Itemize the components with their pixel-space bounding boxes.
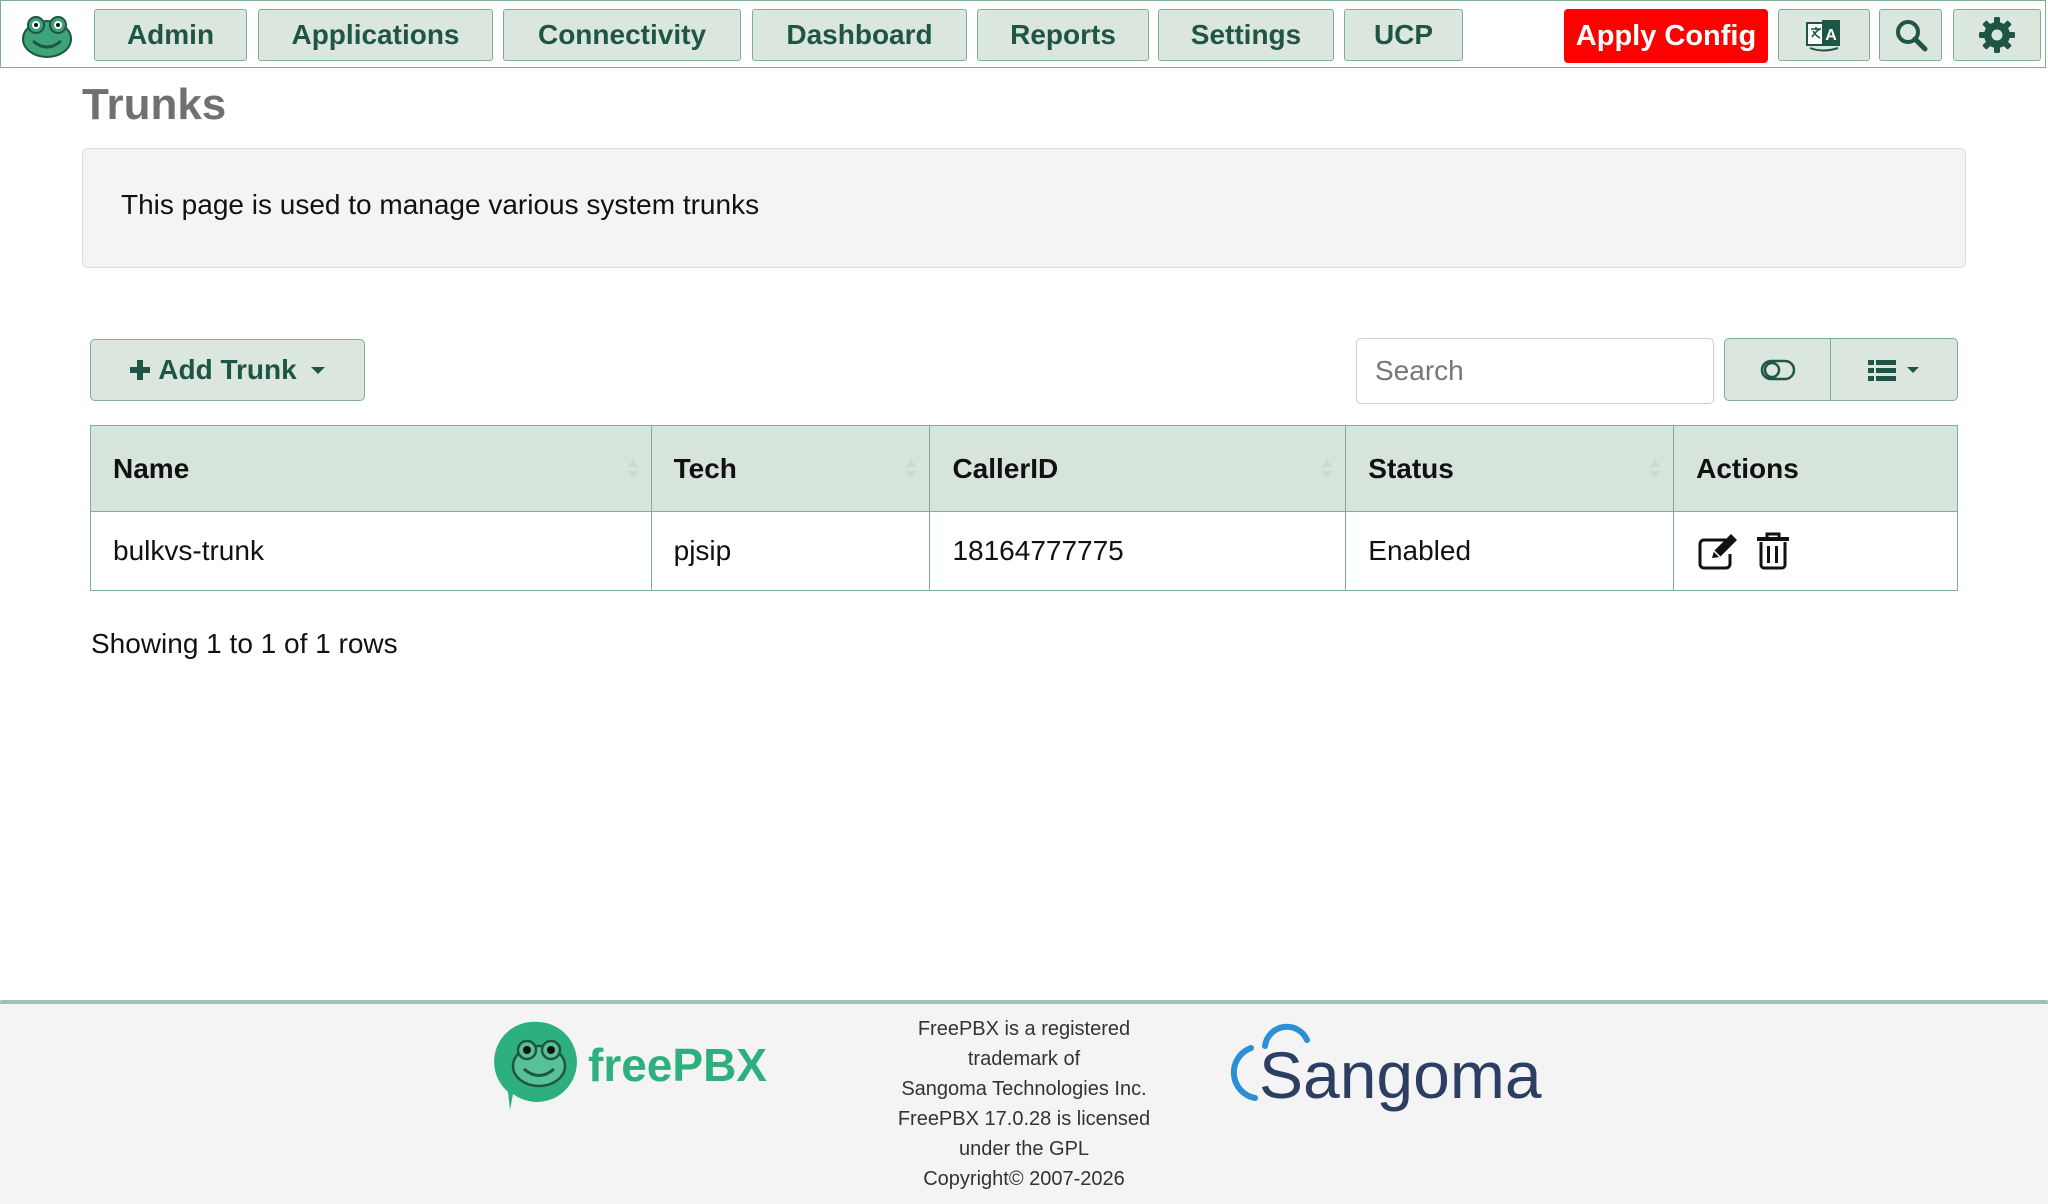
- column-header-status[interactable]: Status: [1345, 425, 1675, 512]
- cell-actions: [1673, 511, 1958, 591]
- description-panel: This page is used to manage various syst…: [82, 148, 1966, 268]
- caret-down-icon: [1907, 366, 1919, 373]
- pagination-info: Showing 1 to 1 of 1 rows: [91, 628, 398, 659]
- nav-admin[interactable]: Admin: [94, 9, 247, 61]
- svg-text:Sangoma: Sangoma: [1259, 1038, 1542, 1112]
- gear-icon: [1979, 17, 2015, 53]
- cell-status: Enabled: [1345, 511, 1675, 591]
- legal-line: Copyright© 2007-2026: [923, 1168, 1125, 1190]
- table-row: bulkvs-trunk pjsip 18164777775 Enabled: [90, 511, 1958, 591]
- sort-icon: [906, 458, 917, 479]
- cell-tech: pjsip: [650, 511, 931, 591]
- table-header-row: Name Tech CallerID Status Actions: [90, 425, 1958, 512]
- cell-name: bulkvs-trunk: [90, 511, 652, 591]
- svg-text:A: A: [1825, 27, 1837, 44]
- legal-line: trademark of: [967, 1048, 1081, 1070]
- toggle-view-button[interactable]: [1725, 339, 1831, 400]
- legal-line: FreePBX 17.0.28 is licensed: [897, 1108, 1151, 1130]
- legal-line: Sangoma Technologies Inc.: [901, 1078, 1147, 1100]
- column-label: CallerID: [952, 452, 1059, 484]
- sort-icon: [1322, 458, 1333, 479]
- page-description: This page is used to manage various syst…: [121, 189, 760, 220]
- language-button[interactable]: A: [1778, 9, 1870, 61]
- edit-icon[interactable]: [1696, 532, 1740, 570]
- nav-settings[interactable]: Settings: [1158, 9, 1334, 61]
- column-header-actions: Actions: [1673, 425, 1958, 512]
- nav-dashboard[interactable]: Dashboard: [752, 9, 967, 61]
- table-tools-group: [1724, 338, 1958, 401]
- trash-icon[interactable]: [1756, 532, 1790, 570]
- plus-icon: [130, 360, 151, 380]
- column-header-tech[interactable]: Tech: [650, 425, 931, 512]
- nav-ucp[interactable]: UCP: [1344, 9, 1463, 61]
- column-label: Tech: [673, 452, 737, 484]
- legal-line: FreePBX is a registered: [917, 1018, 1131, 1040]
- search-button[interactable]: [1879, 9, 1942, 61]
- column-label: Status: [1368, 452, 1454, 484]
- column-header-name[interactable]: Name: [90, 425, 652, 512]
- nav-connectivity[interactable]: Connectivity: [503, 9, 741, 61]
- page-title: Trunks: [82, 80, 227, 129]
- svg-text:freePBX: freePBX: [588, 1039, 767, 1091]
- add-trunk-label: Add Trunk: [158, 354, 297, 385]
- column-label: Name: [113, 452, 190, 484]
- add-trunk-button[interactable]: Add Trunk: [90, 339, 365, 401]
- apply-config-button[interactable]: Apply Config: [1564, 9, 1768, 63]
- sort-icon: [627, 458, 638, 479]
- caret-down-icon: [310, 367, 325, 374]
- columns-dropdown-button[interactable]: [1831, 339, 1957, 400]
- settings-gear-button[interactable]: [1953, 9, 2041, 61]
- cell-callerid: 18164777775: [929, 511, 1347, 591]
- toggle-icon: [1760, 359, 1795, 380]
- top-navbar: Admin Applications Connectivity Dashboar…: [0, 0, 2046, 68]
- footer-legal-text: FreePBX is a registered trademark of San…: [880, 1014, 1168, 1194]
- trunks-table: Name Tech CallerID Status Actions bulkvs…: [90, 425, 1958, 591]
- freepbx-frog-logo-icon[interactable]: [19, 13, 75, 59]
- search-icon: [1895, 20, 1927, 52]
- translate-icon: A: [1806, 20, 1840, 52]
- column-header-callerid[interactable]: CallerID: [929, 425, 1347, 512]
- sort-icon: [1650, 458, 1661, 479]
- legal-line: under the GPL: [958, 1138, 1090, 1160]
- sangoma-logo[interactable]: Sangoma: [1225, 1014, 1585, 1124]
- freepbx-logo[interactable]: freePBX: [492, 1014, 792, 1114]
- nav-applications[interactable]: Applications: [258, 9, 493, 61]
- list-icon: [1868, 359, 1896, 381]
- search-input[interactable]: [1356, 338, 1714, 404]
- column-label: Actions: [1696, 452, 1799, 484]
- nav-reports[interactable]: Reports: [977, 9, 1149, 61]
- footer: freePBX FreePBX is a registered trademar…: [0, 1000, 2048, 1204]
